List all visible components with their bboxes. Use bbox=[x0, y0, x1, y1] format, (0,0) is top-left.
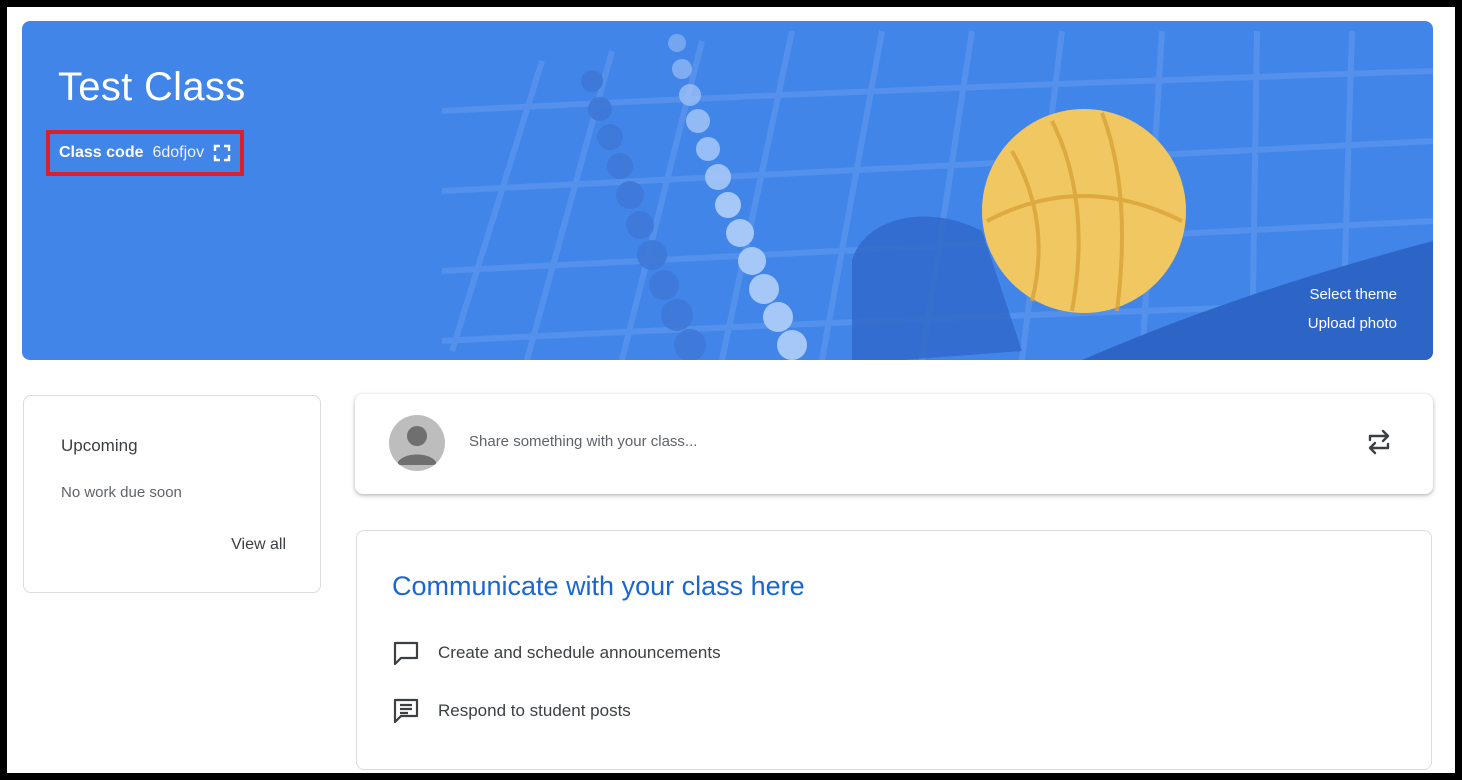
comment-icon bbox=[392, 697, 420, 725]
class-code: Class code 6dofjov bbox=[46, 130, 245, 176]
repost-icon[interactable] bbox=[1365, 427, 1393, 457]
announcement-icon bbox=[392, 639, 420, 667]
upcoming-title: Upcoming bbox=[61, 436, 138, 455]
upcoming-card: Upcoming No work due soon View all bbox=[23, 395, 321, 593]
list-item: Respond to student posts bbox=[392, 697, 631, 725]
communicate-title: Communicate with your class here bbox=[392, 571, 805, 601]
select-theme-link[interactable]: Select theme bbox=[1309, 286, 1397, 303]
upcoming-status: No work due soon bbox=[61, 484, 182, 501]
list-item-label: Create and schedule announcements bbox=[438, 643, 721, 662]
share-box[interactable]: Share something with your class... bbox=[355, 394, 1433, 494]
share-placeholder[interactable]: Share something with your class... bbox=[469, 433, 697, 450]
list-item-label: Respond to student posts bbox=[438, 701, 631, 720]
upload-photo-link[interactable]: Upload photo bbox=[1308, 315, 1397, 332]
expand-icon[interactable] bbox=[213, 144, 231, 162]
avatar bbox=[389, 415, 445, 471]
view-all-link[interactable]: View all bbox=[231, 536, 286, 554]
communicate-card: Communicate with your class here Create … bbox=[356, 530, 1432, 770]
class-banner: Test Class Class code 6dofjov Select the… bbox=[22, 21, 1433, 360]
list-item: Create and schedule announcements bbox=[392, 639, 721, 667]
class-code-label: Class code bbox=[59, 144, 144, 161]
classroom-stream: Test Class Class code 6dofjov Select the… bbox=[7, 7, 1455, 773]
class-code-value: 6dofjov bbox=[152, 144, 205, 161]
class-title: Test Class bbox=[58, 65, 246, 109]
